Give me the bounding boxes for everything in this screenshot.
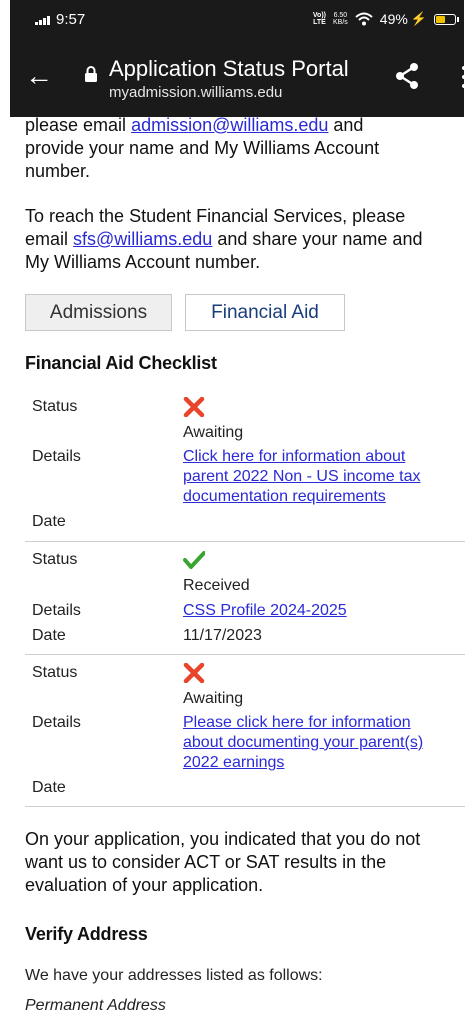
- details-link-line[interactable]: Click here for information about: [183, 447, 420, 467]
- share-icon[interactable]: [394, 62, 420, 90]
- status-label: Status: [32, 398, 78, 415]
- battery-icon: [434, 13, 459, 25]
- checklist-title: Financial Aid Checklist: [25, 353, 217, 373]
- details-link-line[interactable]: 2022 earnings: [183, 753, 423, 773]
- date-label: Date: [32, 513, 66, 530]
- sfs-contact-text: To reach the Student Financial Services,…: [25, 206, 423, 272]
- admission-email-link[interactable]: admission@williams.edu: [131, 115, 328, 135]
- details-label: Details: [32, 448, 81, 465]
- permanent-address-label: Permanent Address: [25, 997, 166, 1014]
- status-text: Received: [183, 577, 250, 594]
- details-link-line[interactable]: Please click here for information: [183, 713, 423, 733]
- status-label: Status: [32, 664, 78, 681]
- date-label: Date: [32, 779, 66, 796]
- verify-address-title: Verify Address: [25, 924, 148, 944]
- wifi-icon: [355, 12, 373, 26]
- status-bar: 9:57 Vo)) LTE 6.50 KB/s 49% ⚡: [10, 0, 464, 40]
- details-label: Details: [32, 714, 81, 731]
- status-time: 9:57: [56, 11, 86, 28]
- divider: [25, 654, 465, 655]
- status-text: Awaiting: [183, 690, 244, 707]
- page-title: Application Status Portal: [109, 56, 349, 81]
- tab-financial-aid[interactable]: Financial Aid: [185, 294, 345, 331]
- network-speed: 6.50 KB/s: [332, 12, 348, 26]
- sfs-email-link[interactable]: sfs@williams.edu: [73, 229, 212, 249]
- divider: [25, 541, 465, 542]
- details-link[interactable]: Click here for information about parent …: [183, 447, 420, 507]
- charging-icon: ⚡: [410, 11, 427, 26]
- back-arrow-icon[interactable]: ←: [25, 62, 53, 90]
- divider: [25, 806, 465, 807]
- status-text: Awaiting: [183, 424, 244, 441]
- check-mark-icon: [183, 551, 205, 569]
- details-link[interactable]: CSS Profile 2024-2025: [183, 601, 347, 621]
- top-app-bar: 9:57 Vo)) LTE 6.50 KB/s 49% ⚡ ← Applicatio…: [10, 0, 467, 117]
- details-link[interactable]: Please click here for information about …: [183, 713, 423, 773]
- date-value: 11/17/2023: [183, 627, 262, 644]
- test-score-note: On your application, you indicated that …: [25, 829, 421, 895]
- x-mark-icon: [183, 397, 205, 417]
- details-link-line[interactable]: about documenting your parent(s): [183, 733, 423, 753]
- page-url: myadmission.williams.edu: [109, 84, 283, 101]
- verify-address-text: We have your addresses listed as follows…: [25, 967, 323, 984]
- signal-icon: [35, 15, 50, 25]
- x-mark-icon: [183, 663, 205, 683]
- date-label: Date: [32, 627, 66, 644]
- admission-contact-text: please email admission@williams.edu and …: [25, 115, 380, 181]
- details-link-line[interactable]: parent 2022 Non - US income tax: [183, 467, 420, 487]
- battery-percent: 49%: [379, 11, 408, 27]
- lock-icon: [85, 66, 97, 82]
- details-label: Details: [32, 602, 81, 619]
- status-label: Status: [32, 551, 78, 568]
- details-link-line[interactable]: CSS Profile 2024-2025: [183, 601, 347, 621]
- volte-icon: Vo)) LTE: [312, 12, 326, 26]
- tab-admissions[interactable]: Admissions: [25, 294, 172, 331]
- more-options-icon[interactable]: [461, 66, 467, 88]
- details-link-line[interactable]: documentation requirements: [183, 487, 420, 507]
